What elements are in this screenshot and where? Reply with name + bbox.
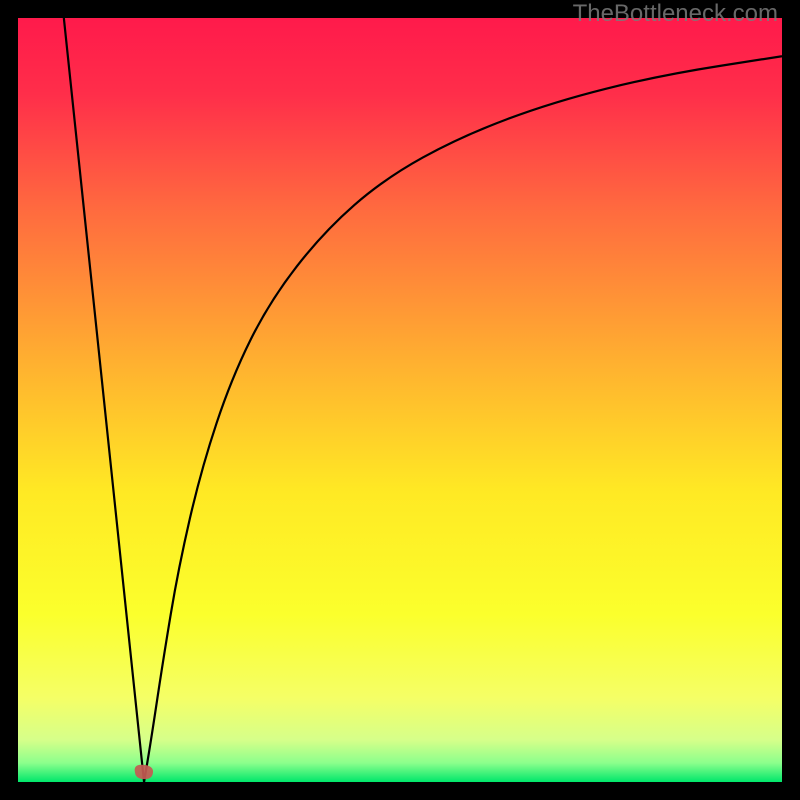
optimal-marker: [135, 765, 153, 779]
chart-frame: [18, 18, 782, 782]
watermark-label: TheBottleneck.com: [573, 0, 778, 28]
bottleneck-chart: [18, 18, 782, 782]
